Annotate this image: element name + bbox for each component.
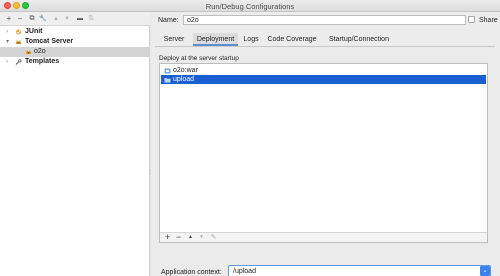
list-item-label: upload (173, 76, 195, 83)
tree-item-label: JUnit (25, 28, 43, 35)
tree-item-tomcat-server[interactable]: ▾ Tomcat Server (0, 37, 150, 47)
junit-icon (16, 29, 21, 35)
sort-button[interactable]: ⇅ (86, 14, 96, 24)
application-context-combobox[interactable]: /upload ⌄ (228, 265, 491, 276)
chevron-right-icon[interactable]: › (6, 57, 8, 67)
tab-startup-connection[interactable]: Startup/Connection (325, 33, 393, 46)
folder-icon[interactable]: ▬ (75, 14, 85, 24)
tomcat-icon (25, 50, 32, 54)
move-down-button[interactable]: ▼ (62, 14, 72, 24)
list-item[interactable]: upload (161, 75, 486, 84)
wrench-icon (15, 59, 22, 65)
tab-server[interactable]: Server (159, 33, 189, 46)
configurations-sidebar: + − ⧉ 🔧 ▲ ▼ ▬ ⇅ › JUnit ▾ Tomcat Server … (0, 12, 150, 276)
artifact-list-toolbar: + − ▲ ▼ ✎ (160, 232, 487, 242)
edit-defaults-wrench-icon[interactable]: 🔧 (38, 14, 48, 24)
tab-deployment[interactable]: Deployment (193, 33, 238, 46)
chevron-down-icon[interactable]: ▾ (6, 37, 9, 47)
chevron-down-icon[interactable]: ⌄ (480, 266, 490, 276)
remove-configuration-button[interactable]: − (15, 14, 25, 24)
tree-item-junit[interactable]: › JUnit (0, 27, 150, 37)
deploy-section-label: Deploy at the server startup (159, 55, 239, 62)
sidebar-toolbar: + − ⧉ 🔧 ▲ ▼ ▬ ⇅ (0, 12, 150, 26)
list-item-label: o2o:war (173, 67, 198, 74)
deployment-panel: Deploy at the server startup o2o:war upl… (155, 47, 495, 276)
move-up-button[interactable]: ▲ (186, 233, 195, 242)
tab-code-coverage[interactable]: Code Coverage (265, 33, 319, 46)
title-bar: Run/Debug Configurations (0, 0, 500, 12)
application-context-value[interactable]: /upload (233, 268, 256, 275)
configuration-editor: Name: Share Server Deployment Logs Code … (151, 12, 500, 276)
folder-icon (164, 77, 171, 82)
remove-artifact-button[interactable]: − (174, 233, 183, 242)
window-title: Run/Debug Configurations (205, 2, 295, 11)
tab-bar: Server Deployment Logs Code Coverage Sta… (155, 33, 495, 46)
chevron-right-icon[interactable]: › (6, 27, 8, 37)
move-down-button[interactable]: ▼ (197, 233, 206, 242)
move-up-button[interactable]: ▲ (51, 14, 61, 24)
artifact-list[interactable]: o2o:war upload + − ▲ ▼ ✎ (159, 63, 488, 243)
tree-item-label: Templates (25, 58, 60, 65)
share-label: Share (479, 17, 498, 24)
artifact-icon (164, 68, 171, 73)
application-context-label: Application context: (161, 269, 222, 276)
name-label: Name: (158, 17, 179, 24)
add-configuration-button[interactable]: + (4, 14, 14, 24)
copy-configuration-button[interactable]: ⧉ (27, 14, 37, 24)
tree-item-templates[interactable]: › Templates (0, 57, 150, 67)
name-input[interactable] (183, 15, 466, 25)
tree-item-label: o2o (34, 48, 46, 55)
list-item[interactable]: o2o:war (161, 66, 486, 75)
edit-pencil-icon[interactable]: ✎ (209, 233, 218, 242)
tree-item-o2o[interactable]: o2o (0, 47, 150, 57)
tree-item-label: Tomcat Server (25, 38, 74, 45)
add-artifact-button[interactable]: + (163, 233, 172, 242)
tomcat-icon (15, 40, 22, 44)
tab-logs[interactable]: Logs (241, 33, 261, 46)
share-checkbox[interactable] (468, 16, 475, 23)
